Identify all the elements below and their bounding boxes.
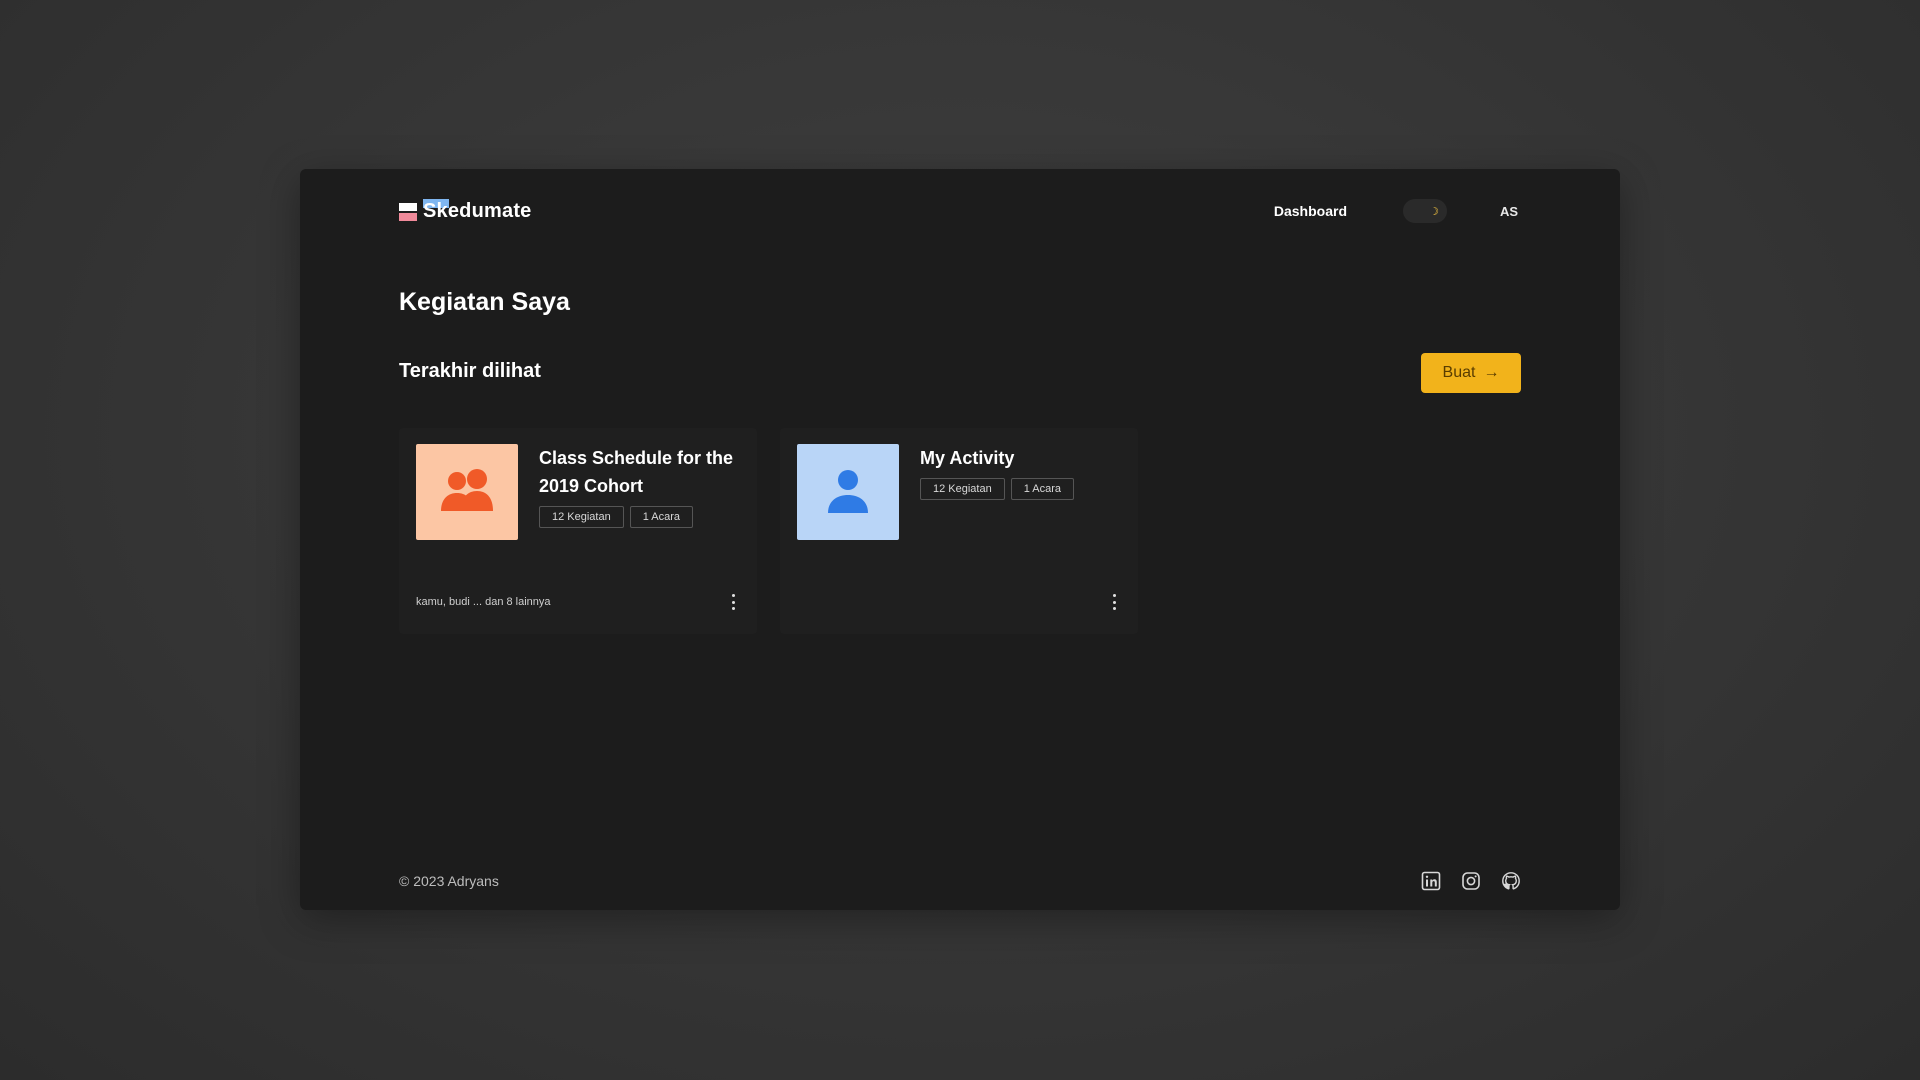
- tag-activities: 12 Kegiatan: [920, 478, 1005, 500]
- activity-card[interactable]: Class Schedule for the 2019 Cohort 12 Ke…: [399, 428, 757, 634]
- github-icon[interactable]: [1501, 871, 1521, 891]
- card-members: kamu, budi ... dan 8 lainnya: [416, 596, 551, 608]
- page-footer: © 2023 Adryans: [399, 870, 1521, 892]
- copyright: © 2023 Adryans: [399, 873, 499, 889]
- card-info: My Activity 12 Kegiatan 1 Acara: [920, 444, 1122, 500]
- create-button[interactable]: Buat →: [1421, 353, 1521, 393]
- logo-mark: [399, 199, 449, 223]
- user-icon: [828, 470, 868, 513]
- user-avatar[interactable]: AS: [1497, 204, 1521, 219]
- brand-name: Skedumate: [423, 199, 532, 222]
- tag-events: 1 Acara: [629, 506, 694, 528]
- card-thumbnail: [797, 444, 899, 540]
- group-icon: [441, 469, 493, 511]
- card-footer: kamu, budi ... dan 8 lainnya: [416, 594, 740, 610]
- card-footer: [797, 594, 1121, 610]
- top-nav: Skedumate Dashboard ☽ AS: [399, 189, 1521, 233]
- card-tags: 12 Kegiatan 1 Acara: [539, 506, 741, 528]
- activity-card[interactable]: My Activity 12 Kegiatan 1 Acara: [780, 428, 1138, 634]
- theme-toggle[interactable]: ☽: [1403, 199, 1447, 223]
- card-title[interactable]: Class Schedule for the 2019 Cohort: [539, 444, 741, 500]
- more-options-icon[interactable]: [726, 593, 740, 611]
- nav-actions: Dashboard ☽ AS: [1274, 199, 1521, 223]
- nav-link-dashboard[interactable]: Dashboard: [1274, 203, 1347, 219]
- tag-events: 1 Acara: [1010, 478, 1075, 500]
- page-title: Kegiatan Saya: [399, 288, 570, 316]
- section-title: Terakhir dilihat: [399, 360, 541, 382]
- social-links: [1421, 871, 1521, 891]
- create-button-label: Buat: [1442, 364, 1476, 381]
- card-info: Class Schedule for the 2019 Cohort 12 Ke…: [539, 444, 741, 528]
- card-title[interactable]: My Activity: [920, 444, 1122, 472]
- arrow-right-icon: →: [1483, 364, 1500, 381]
- brand-logo[interactable]: Skedumate: [399, 196, 532, 226]
- card-thumbnail: [416, 444, 518, 540]
- more-options-icon[interactable]: [1107, 593, 1121, 611]
- tag-activities: 12 Kegiatan: [539, 506, 624, 528]
- moon-icon: ☽: [1429, 204, 1439, 218]
- linkedin-icon[interactable]: [1421, 871, 1441, 891]
- card-tags: 12 Kegiatan 1 Acara: [920, 478, 1122, 500]
- app-window: Skedumate Dashboard ☽ AS Kegiatan Saya T…: [300, 169, 1620, 910]
- instagram-icon[interactable]: [1461, 871, 1481, 891]
